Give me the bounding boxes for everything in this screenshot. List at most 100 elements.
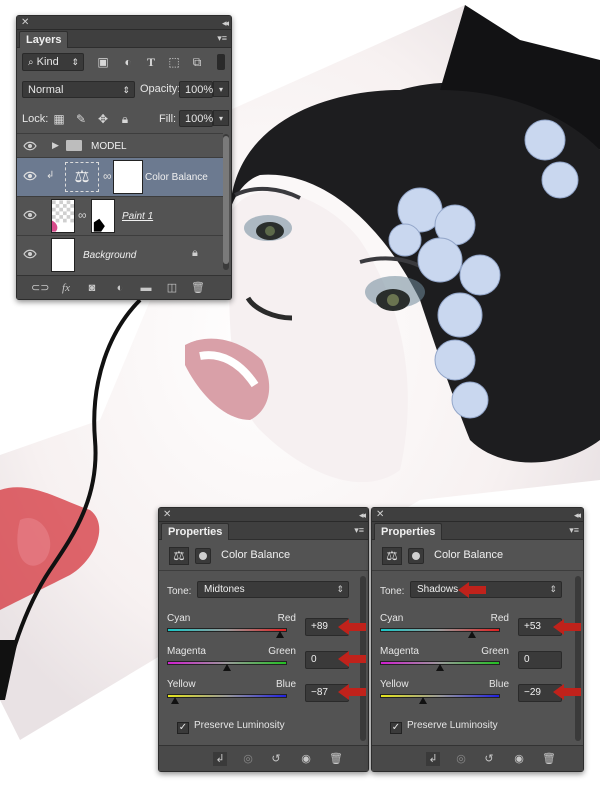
panel-menu-icon[interactable]: ▾≡ (354, 525, 364, 536)
balance-scale-icon[interactable]: ⚖︎ (169, 547, 189, 565)
view-previous-icon[interactable]: ◎ (454, 752, 468, 766)
mask-icon[interactable]: ◙ (85, 281, 99, 295)
lock-position-icon[interactable]: ✥ (95, 111, 111, 127)
layers-scrollbar[interactable] (223, 134, 229, 270)
filter-shape-icon[interactable]: ⬚ (166, 54, 182, 70)
slider-cyan-red: Cyan Red +89 (167, 613, 367, 645)
layer-row-color-balance[interactable]: ↲ ⚖︎ ∞ Color Balance (17, 157, 223, 196)
slider-right-label: Red (277, 613, 296, 624)
tone-select[interactable]: Midtones ⇕ (197, 581, 349, 598)
mask-icon[interactable] (195, 548, 211, 564)
lock-paint-icon[interactable]: ✎ (73, 111, 89, 127)
eye-icon[interactable] (23, 171, 37, 181)
filter-adjustment-icon[interactable]: ◐ (120, 54, 136, 70)
slider-handle[interactable] (436, 664, 444, 671)
filter-toggle[interactable] (217, 54, 225, 70)
tab-properties[interactable]: Properties (374, 523, 443, 540)
preserve-luminosity-checkbox[interactable]: ✓ Preserve Luminosity (390, 720, 498, 734)
opacity-input[interactable]: 100% (179, 81, 213, 98)
tone-label: Tone: (380, 586, 405, 597)
filter-pixel-icon[interactable]: ▣ (95, 54, 111, 70)
eye-icon[interactable] (23, 249, 37, 259)
background-layer-thumbnail[interactable] (51, 238, 75, 272)
magenta-green-value-input[interactable]: 0 (518, 651, 562, 669)
view-previous-icon[interactable]: ◎ (241, 752, 255, 766)
layer-row-background[interactable]: Background 🔒︎ (17, 235, 223, 274)
reset-icon[interactable]: ↺ (482, 752, 496, 766)
preserve-luminosity-label: Preserve Luminosity (194, 720, 285, 731)
blend-mode-select[interactable]: Normal ⇕ (22, 81, 135, 98)
eye-icon[interactable] (23, 141, 37, 151)
filter-smartobject-icon[interactable]: ⧉ (189, 54, 205, 70)
link-icon[interactable]: ∞ (78, 208, 87, 222)
chevron-updown-icon: ⇕ (122, 85, 130, 95)
layer-mask-thumbnail[interactable] (91, 199, 115, 233)
folder-icon[interactable]: ▬ (139, 281, 153, 295)
panel-menu-icon[interactable]: ▾≡ (569, 525, 579, 536)
slider-left-label: Yellow (380, 679, 409, 690)
clip-to-layer-icon[interactable]: ↲ (426, 752, 440, 766)
slider-left-label: Yellow (167, 679, 196, 690)
new-layer-icon[interactable]: ◫ (165, 281, 179, 295)
link-icon[interactable]: ⊂⊃ (31, 281, 49, 295)
slider-right-label: Blue (488, 679, 509, 690)
panel-titlebar[interactable]: ✕ ◂◂ (17, 16, 231, 30)
disclosure-triangle-icon[interactable]: ▶ (52, 140, 59, 151)
close-icon[interactable]: ✕ (163, 508, 171, 522)
slider-handle[interactable] (467, 631, 476, 638)
fill-dropdown-icon[interactable]: ▾ (213, 110, 229, 126)
checkmark-icon[interactable]: ✓ (390, 722, 402, 734)
layer-mask-thumbnail[interactable] (113, 160, 143, 194)
lock-all-icon[interactable]: 🔒︎ (117, 111, 133, 127)
layer-row-paint-1[interactable]: ∞ Paint 1 (17, 196, 223, 235)
adjustment-icon[interactable]: ◐ (113, 281, 127, 295)
slider-handle[interactable] (418, 697, 427, 704)
fill-input[interactable]: 100% (179, 110, 213, 127)
folder-icon (66, 140, 82, 151)
slider-handle[interactable] (223, 664, 231, 671)
filter-type-icon[interactable]: T (143, 54, 159, 70)
tab-properties[interactable]: Properties (161, 523, 230, 540)
close-icon[interactable]: ✕ (21, 16, 29, 30)
gradient-track[interactable] (380, 694, 500, 698)
layer-row-model[interactable]: ▶ MODEL (17, 133, 223, 157)
mask-icon[interactable] (408, 548, 424, 564)
opacity-dropdown-icon[interactable]: ▾ (213, 81, 229, 97)
red-arrow-annotation (553, 619, 581, 635)
tab-layers[interactable]: Layers (19, 31, 69, 48)
properties-scrollbar[interactable] (575, 576, 581, 741)
slider-handle[interactable] (170, 697, 179, 704)
fx-icon[interactable]: fx (59, 281, 73, 295)
collapse-icon[interactable]: ◂◂ (222, 16, 229, 30)
trash-icon[interactable]: 🗑︎ (542, 752, 556, 766)
panel-titlebar[interactable]: ✕ ◂◂ (372, 508, 583, 522)
collapse-icon[interactable]: ◂◂ (359, 508, 366, 522)
trash-icon[interactable]: 🗑︎ (191, 281, 205, 295)
balance-scale-icon[interactable]: ⚖︎ (382, 547, 402, 565)
gradient-track[interactable] (380, 628, 500, 632)
gradient-track[interactable] (167, 694, 287, 698)
paint-layer-thumbnail[interactable] (51, 199, 75, 233)
clip-to-layer-icon[interactable]: ↲ (213, 752, 227, 766)
trash-icon[interactable]: 🗑︎ (329, 752, 343, 766)
collapse-icon[interactable]: ◂◂ (574, 508, 581, 522)
lock-transparent-icon[interactable]: ▦ (51, 111, 67, 127)
gradient-track[interactable] (167, 628, 287, 632)
link-icon[interactable]: ∞ (103, 169, 112, 183)
eye-icon[interactable]: ◉ (299, 752, 313, 766)
tone-select[interactable]: Shadows ⇕ (410, 581, 562, 598)
eye-icon[interactable]: ◉ (512, 752, 526, 766)
close-icon[interactable]: ✕ (376, 508, 384, 522)
panel-menu-icon[interactable]: ▾≡ (217, 33, 227, 44)
panel-titlebar[interactable]: ✕ ◂◂ (159, 508, 368, 522)
preserve-luminosity-checkbox[interactable]: ✓ Preserve Luminosity (177, 720, 285, 734)
checkmark-icon[interactable]: ✓ (177, 722, 189, 734)
reset-icon[interactable]: ↺ (269, 752, 283, 766)
layers-panel: ✕ ◂◂ Layers ▾≡ ⌕ Kind ⇕ ▣ ◐ T ⬚ ⧉ Normal… (16, 15, 232, 300)
eye-icon[interactable] (23, 210, 37, 220)
slider-handle[interactable] (276, 631, 285, 638)
properties-panel-shadows: ✕ ◂◂ Properties ▾≡ ⚖︎ Color Balance Tone… (371, 507, 584, 772)
filter-kind-select[interactable]: ⌕ Kind ⇕ (22, 53, 84, 71)
filter-kind-label: Kind (36, 56, 59, 68)
properties-tabbar: Properties ▾≡ (159, 522, 368, 540)
